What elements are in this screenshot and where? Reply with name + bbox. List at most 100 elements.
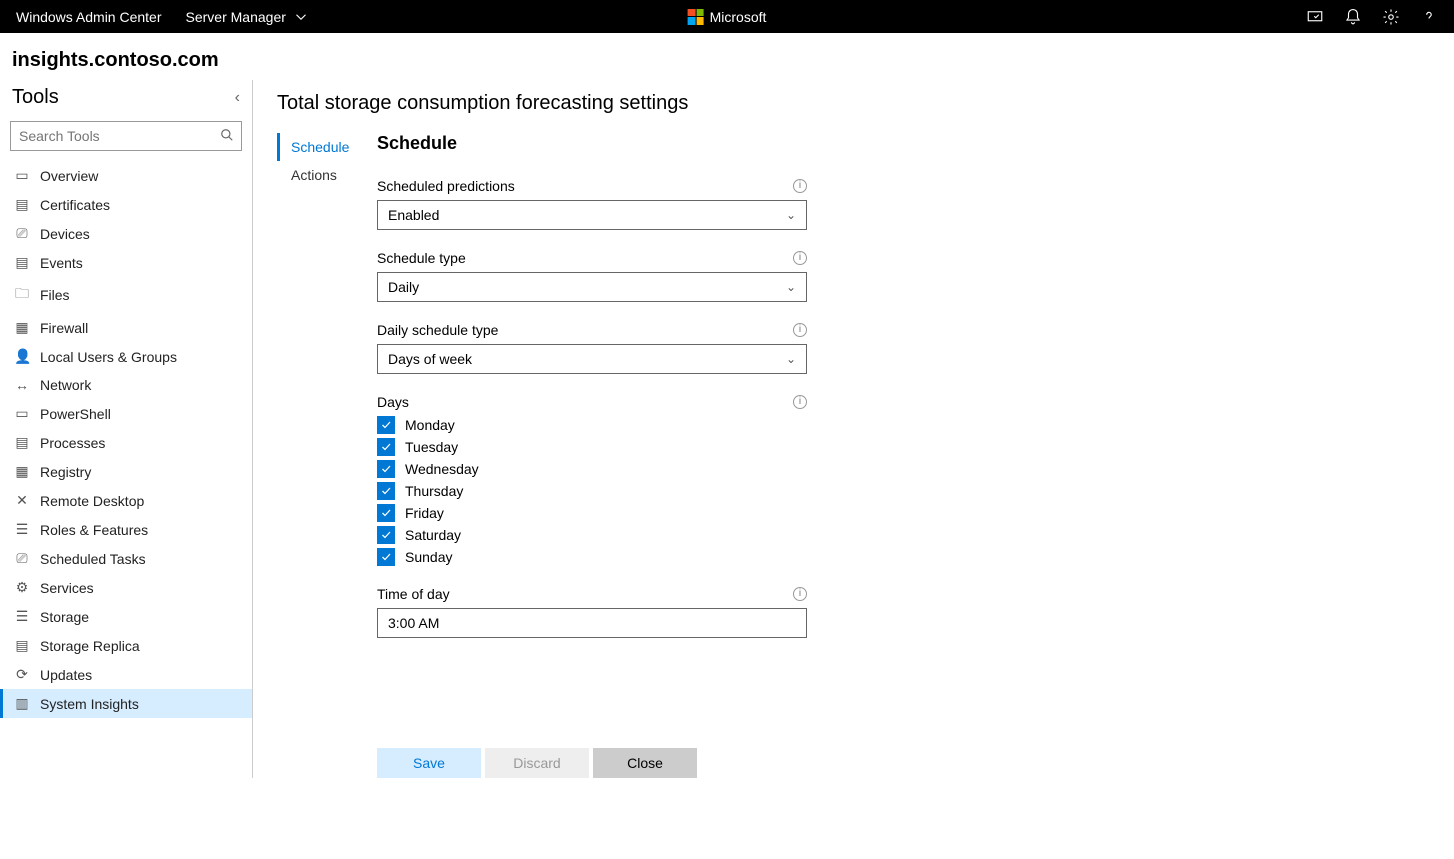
daily-schedule-type-select[interactable]: Days of week ⌄	[377, 344, 807, 374]
day-checkbox-monday[interactable]: Monday	[377, 416, 807, 434]
sidebar-item-files[interactable]: 🗀Files	[0, 277, 252, 313]
ms-logo-label: Microsoft	[710, 9, 767, 25]
notification-icon[interactable]	[1344, 8, 1362, 26]
day-label: Monday	[405, 417, 455, 433]
sidebar-item-overview[interactable]: ▭Overview	[0, 161, 252, 190]
sidebar-item-processes[interactable]: ▤Processes	[0, 428, 252, 457]
tools-title: Tools	[12, 86, 59, 109]
sidebar-item-label: Scheduled Tasks	[40, 551, 146, 567]
info-icon[interactable]: i	[793, 587, 807, 601]
sidebar-item-label: Events	[40, 255, 83, 271]
info-icon[interactable]: i	[793, 395, 807, 409]
sidebar-item-registry[interactable]: ▦Registry	[0, 457, 252, 486]
sidebar-item-label: PowerShell	[40, 406, 111, 422]
chevron-down-icon: ⌄	[786, 352, 796, 366]
day-label: Saturday	[405, 527, 461, 543]
day-label: Friday	[405, 505, 444, 521]
sidebar-item-powershell[interactable]: ▭ PowerShell	[0, 399, 252, 428]
days-label: Days	[377, 394, 409, 410]
day-checkbox-friday[interactable]: Friday	[377, 504, 807, 522]
tool-icon: ▭	[14, 405, 30, 422]
tool-icon: ☰	[14, 608, 30, 625]
collapse-sidebar-icon[interactable]: ‹	[235, 89, 240, 107]
day-checkbox-tuesday[interactable]: Tuesday	[377, 438, 807, 456]
close-button[interactable]: Close	[593, 748, 697, 778]
chevron-down-icon: ⌄	[786, 280, 796, 294]
app-brand[interactable]: Windows Admin Center	[16, 9, 162, 25]
hostname: insights.contoso.com	[0, 33, 1454, 80]
sidebar-item-certificates[interactable]: ▤Certificates	[0, 190, 252, 219]
sidebar-item-label: Firewall	[40, 320, 88, 336]
sidebar-item-label: Storage Replica	[40, 638, 140, 654]
discard-button[interactable]: Discard	[485, 748, 589, 778]
sidebar-item-label: Roles & Features	[40, 522, 148, 538]
tool-icon: ▦	[14, 319, 30, 336]
tool-icon: ▤	[14, 254, 30, 271]
dropdown-label: Server Manager	[186, 9, 286, 25]
checkbox-icon	[377, 526, 395, 544]
chevron-down-icon: ⌄	[786, 208, 796, 222]
section-heading: Schedule	[377, 133, 807, 154]
sidebar-item-label: Certificates	[40, 197, 110, 213]
sidebar-item-network[interactable]: ↔Network	[0, 371, 252, 399]
tool-icon: ✕	[14, 492, 30, 509]
sidebar-item-system-insights[interactable]: ▥ System Insights	[0, 689, 252, 718]
sidebar-item-storage-replica[interactable]: ▤ Storage Replica	[0, 631, 252, 660]
ms-logo-icon	[688, 9, 704, 25]
sidebar-item-devices[interactable]: ⎚ Devices	[0, 219, 252, 248]
sidebar-item-firewall[interactable]: ▦ Firewall	[0, 313, 252, 342]
tools-sidebar: Tools ‹ ▭Overview▤Certificates⎚Devices▤E…	[0, 80, 253, 778]
tool-icon: ▥	[14, 695, 30, 712]
info-icon[interactable]: i	[793, 323, 807, 337]
sidebar-item-roles-features[interactable]: ☰ Roles & Features	[0, 515, 252, 544]
sidebar-item-label: Processes	[40, 435, 105, 451]
screen-icon[interactable]	[1306, 8, 1324, 26]
tool-icon: ⎚	[14, 550, 30, 567]
schedule-type-select[interactable]: Daily ⌄	[377, 272, 807, 302]
scheduled-predictions-select[interactable]: Enabled ⌄	[377, 200, 807, 230]
sidebar-item-label: Services	[40, 580, 94, 596]
tool-icon: ☰	[14, 521, 30, 538]
day-checkbox-wednesday[interactable]: Wednesday	[377, 460, 807, 478]
sidebar-item-updates[interactable]: ⟳Updates	[0, 660, 252, 689]
sidebar-item-remote-desktop[interactable]: ✕ Remote Desktop	[0, 486, 252, 515]
schedule-type-label: Schedule type	[377, 250, 466, 266]
server-manager-dropdown[interactable]: Server Manager	[186, 8, 310, 26]
sidebar-item-events[interactable]: ▤ Events	[0, 248, 252, 277]
help-icon[interactable]	[1420, 8, 1438, 26]
info-icon[interactable]: i	[793, 251, 807, 265]
sidebar-item-label: Devices	[40, 226, 90, 242]
checkbox-icon	[377, 438, 395, 456]
checkbox-icon	[377, 460, 395, 478]
tool-icon: ▤	[14, 637, 30, 654]
sidebar-item-label: Remote Desktop	[40, 493, 144, 509]
sidebar-item-label: Storage	[40, 609, 89, 625]
sidebar-item-services[interactable]: ⚙Services	[0, 573, 252, 602]
microsoft-logo: Microsoft	[688, 9, 767, 25]
day-label: Wednesday	[405, 461, 479, 477]
sidebar-item-local-users-groups[interactable]: 👤 Local Users & Groups	[0, 342, 252, 371]
time-of-day-input[interactable]	[377, 608, 807, 638]
daily-schedule-type-value: Days of week	[388, 351, 472, 367]
gear-icon[interactable]	[1382, 8, 1400, 26]
tab-actions[interactable]: Actions	[277, 161, 377, 189]
tool-icon: 👤	[14, 348, 30, 365]
sidebar-item-storage[interactable]: ☰ Storage	[0, 602, 252, 631]
search-tools-input[interactable]	[10, 121, 242, 151]
sidebar-item-scheduled-tasks[interactable]: ⎚ Scheduled Tasks	[0, 544, 252, 573]
tab-schedule[interactable]: Schedule	[277, 133, 377, 161]
tool-icon: 🗀	[14, 283, 30, 307]
day-checkbox-saturday[interactable]: Saturday	[377, 526, 807, 544]
sidebar-item-label: Registry	[40, 464, 91, 480]
day-checkbox-thursday[interactable]: Thursday	[377, 482, 807, 500]
save-button[interactable]: Save	[377, 748, 481, 778]
checkbox-icon	[377, 504, 395, 522]
sidebar-item-label: Local Users & Groups	[40, 349, 177, 365]
sidebar-item-label: System Insights	[40, 696, 139, 712]
tool-icon: ⎚	[14, 225, 30, 242]
tool-icon: ↔	[14, 377, 30, 393]
day-checkbox-sunday[interactable]: Sunday	[377, 548, 807, 566]
info-icon[interactable]: i	[793, 179, 807, 193]
checkbox-icon	[377, 548, 395, 566]
time-of-day-label: Time of day	[377, 586, 450, 602]
